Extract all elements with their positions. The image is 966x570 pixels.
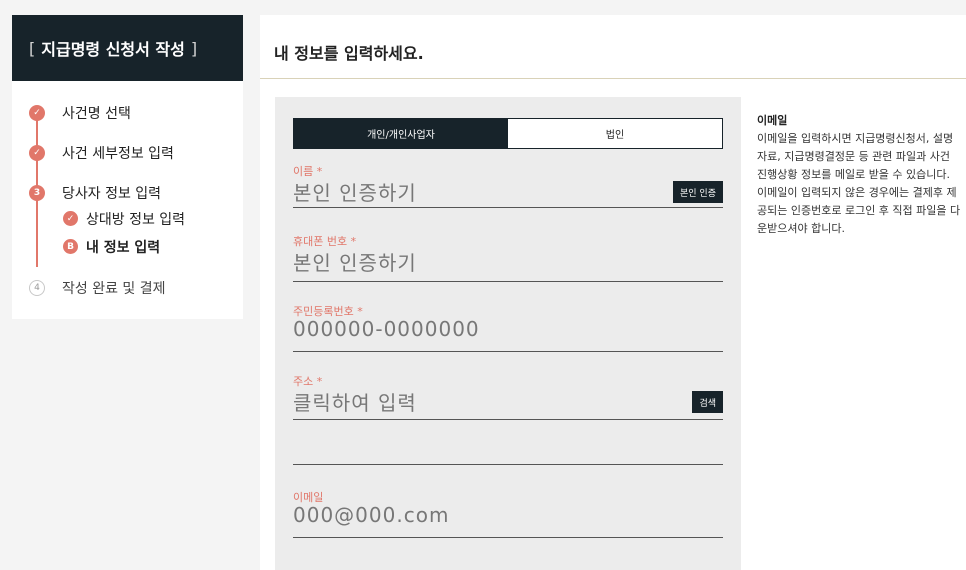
sidebar-header: [ 지급명령 신청서 작성 ] bbox=[12, 15, 243, 81]
email-input[interactable]: 000@000.com bbox=[293, 503, 723, 527]
identity-verify-button[interactable]: 본인 인증 bbox=[673, 181, 723, 203]
form-card: 개인/개인사업자 법인 이름 * 본인 인증하기 본인 인증 휴대폰 번호 * … bbox=[275, 97, 741, 570]
step-2-label[interactable]: 사건 세부정보 입력 bbox=[62, 143, 174, 163]
address-detail-underline[interactable] bbox=[293, 464, 723, 465]
phone-field[interactable]: 휴대폰 번호 * 본인 인증하기 bbox=[293, 233, 723, 283]
name-label: 이름 * bbox=[293, 165, 323, 178]
main-panel: 내 정보를 입력하세요. 개인/개인사업자 법인 이름 * 본인 인증하기 본인… bbox=[260, 15, 966, 570]
step-4-number-icon: 4 bbox=[29, 280, 45, 296]
email-info-panel: 이메일 이메일을 입력하시면 지급명령신청서, 설명자료, 지급명령결정문 등 … bbox=[757, 112, 961, 238]
rrn-field[interactable]: 주민등록번호 * 000000-0000000 bbox=[293, 303, 723, 353]
rrn-underline bbox=[293, 351, 723, 352]
applicant-type-tabs: 개인/개인사업자 법인 bbox=[293, 118, 723, 149]
phone-underline bbox=[293, 281, 723, 282]
substep-b-label[interactable]: 내 정보 입력 bbox=[86, 237, 160, 257]
rrn-label: 주민등록번호 * bbox=[293, 305, 363, 318]
step-2-check-icon: ✓ bbox=[29, 145, 45, 161]
address-label: 주소 * bbox=[293, 375, 323, 388]
phone-label: 휴대폰 번호 * bbox=[293, 235, 357, 248]
tab-individual[interactable]: 개인/개인사업자 bbox=[294, 119, 508, 148]
rrn-input[interactable]: 000000-0000000 bbox=[293, 317, 723, 341]
sidebar: [ 지급명령 신청서 작성 ] ✓ 사건명 선택 ✓ 사건 세부정보 입력 3 … bbox=[12, 15, 243, 319]
step-3-label[interactable]: 당사자 정보 입력 bbox=[62, 183, 161, 203]
email-label: 이메일 bbox=[293, 491, 324, 504]
tab-corporation[interactable]: 법인 bbox=[508, 119, 722, 148]
step-4-label[interactable]: 작성 완료 및 결제 bbox=[62, 278, 166, 298]
step-1-label[interactable]: 사건명 선택 bbox=[62, 103, 131, 123]
phone-input[interactable]: 본인 인증하기 bbox=[293, 247, 723, 276]
title-divider bbox=[260, 78, 966, 79]
address-search-button[interactable]: 검색 bbox=[692, 391, 723, 413]
info-text: 이메일을 입력하시면 지급명령신청서, 설명자료, 지급명령결정문 등 관련 파… bbox=[757, 132, 961, 235]
step-list: ✓ 사건명 선택 ✓ 사건 세부정보 입력 3 당사자 정보 입력 ✓ 상대방 … bbox=[12, 81, 243, 319]
email-field[interactable]: 이메일 000@000.com bbox=[293, 489, 723, 539]
name-field[interactable]: 이름 * 본인 인증하기 본인 인증 bbox=[293, 163, 723, 213]
substep-a-check-icon: ✓ bbox=[63, 211, 78, 226]
step-3-number-icon: 3 bbox=[29, 185, 45, 201]
page-title: 내 정보를 입력하세요. bbox=[274, 44, 424, 63]
name-input[interactable]: 본인 인증하기 bbox=[293, 177, 723, 206]
email-underline bbox=[293, 537, 723, 538]
address-field[interactable]: 주소 * 클릭하여 입력 검색 bbox=[293, 373, 723, 468]
address-input[interactable]: 클릭하여 입력 bbox=[293, 387, 723, 416]
address-underline bbox=[293, 419, 723, 420]
step-1-check-icon: ✓ bbox=[29, 105, 45, 121]
name-underline bbox=[293, 207, 723, 208]
substep-a-label[interactable]: 상대방 정보 입력 bbox=[86, 209, 185, 229]
sidebar-title: 지급명령 신청서 작성 bbox=[41, 40, 185, 59]
title-bracket-open: [ bbox=[29, 38, 36, 58]
substep-b-letter-icon: B bbox=[63, 239, 78, 254]
title-bracket-close: ] bbox=[190, 38, 198, 58]
info-title: 이메일 bbox=[757, 114, 788, 127]
